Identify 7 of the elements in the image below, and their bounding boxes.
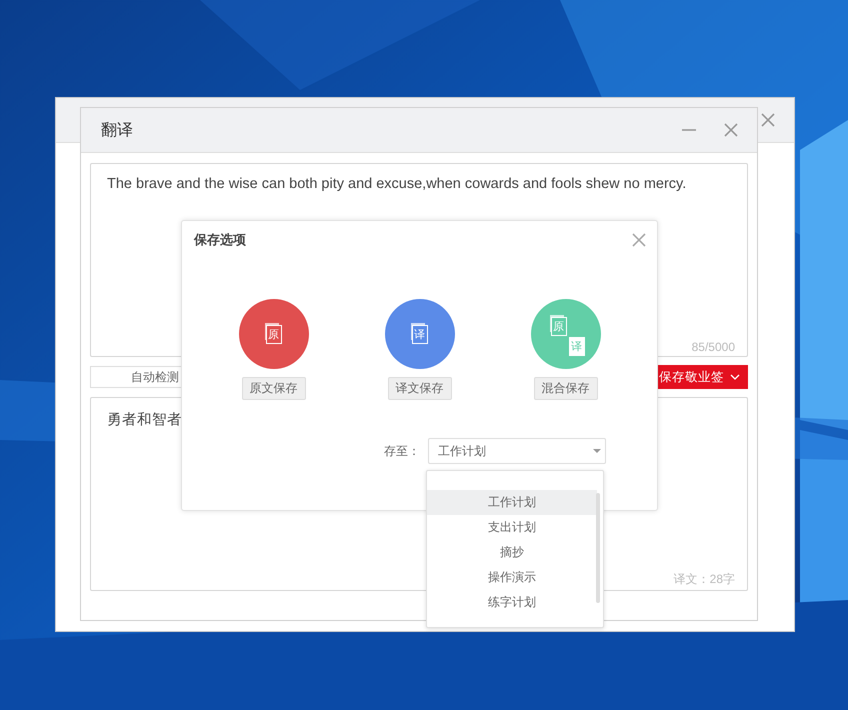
text-content: The brave and the wise can both pity and excuse,when cowards and fools shew no mercy.	[107, 176, 688, 192]
window-title: 翻译	[101, 120, 134, 140]
dialog-title: 保存选项	[194, 231, 246, 249]
character-count: 85/5000	[692, 340, 735, 354]
save-to-label: 存至：	[384, 442, 420, 460]
character-count: 译文：28字	[674, 571, 735, 588]
text-content: 勇者和智者	[107, 411, 183, 429]
